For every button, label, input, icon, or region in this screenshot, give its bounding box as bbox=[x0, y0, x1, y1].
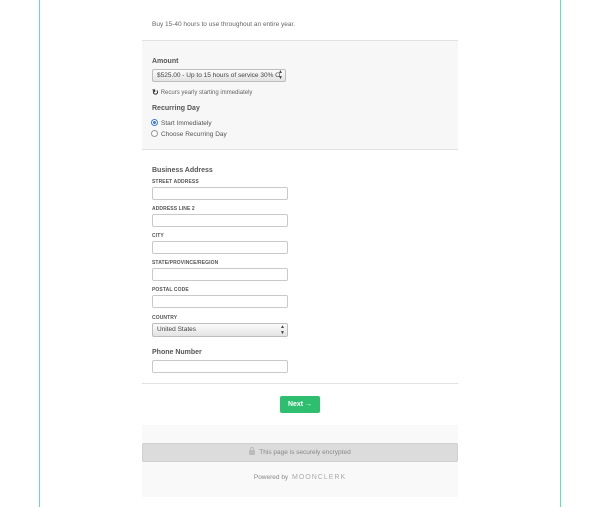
amount-select-value: $525.00 - Up to 15 hours of service 30% … bbox=[157, 72, 281, 79]
phone-label: Phone Number bbox=[152, 349, 202, 356]
country-select[interactable]: United States ▲ ▼ bbox=[152, 323, 288, 337]
radio-selected-icon bbox=[151, 119, 158, 126]
recurs-note: ↻ Recurs yearly starting immediately bbox=[152, 88, 252, 97]
secure-encryption-notice: This page is securely encrypted bbox=[142, 443, 458, 462]
street-address-input[interactable] bbox=[152, 187, 288, 200]
country-label: COUNTRY bbox=[152, 315, 178, 321]
amount-label: Amount bbox=[152, 58, 179, 65]
radio-choose-recurring-day[interactable]: Choose Recurring Day bbox=[151, 130, 227, 138]
recurs-text: Recurs yearly starting immediately bbox=[160, 90, 253, 96]
select-arrows-icon: ▲ ▼ bbox=[278, 69, 283, 81]
frame-border-right bbox=[560, 0, 561, 507]
select-arrows-icon: ▲ ▼ bbox=[280, 324, 285, 336]
city-input[interactable] bbox=[152, 241, 288, 254]
state-label: STATE/PROVINCE/REGION bbox=[152, 260, 219, 266]
radio-label: Choose Recurring Day bbox=[161, 131, 227, 138]
phone-input[interactable] bbox=[152, 360, 288, 373]
postal-code-label: POSTAL CODE bbox=[152, 287, 189, 293]
intro-text: Buy 15-40 hours to use throughout an ent… bbox=[152, 21, 296, 28]
powered-by: Powered by MOONCLERK bbox=[142, 474, 458, 481]
encrypted-text: This page is securely encrypted bbox=[259, 449, 351, 456]
business-address-heading: Business Address bbox=[152, 167, 213, 174]
street-address-label: STREET ADDRESS bbox=[152, 179, 199, 185]
radio-unselected-icon bbox=[151, 130, 158, 137]
recurring-day-label: Recurring Day bbox=[152, 105, 200, 112]
divider bbox=[142, 149, 458, 150]
radio-label: Start Immediately bbox=[161, 120, 212, 127]
moonclerk-logo[interactable]: MOONCLERK bbox=[292, 474, 346, 481]
postal-code-input[interactable] bbox=[152, 295, 288, 308]
amount-select[interactable]: $525.00 - Up to 15 hours of service 30% … bbox=[152, 69, 286, 82]
divider bbox=[142, 383, 458, 384]
frame-border-left bbox=[39, 0, 40, 507]
address-line2-input[interactable] bbox=[152, 214, 288, 227]
country-select-value: United States bbox=[157, 326, 197, 333]
lock-icon bbox=[249, 447, 256, 455]
powered-by-text: Powered by bbox=[253, 474, 289, 481]
payment-form: Buy 15-40 hours to use throughout an ent… bbox=[142, 0, 458, 507]
next-button[interactable]: Next → bbox=[280, 396, 320, 413]
address-line2-label: ADDRESS LINE 2 bbox=[152, 206, 195, 212]
radio-start-immediately[interactable]: Start Immediately bbox=[151, 119, 212, 127]
refresh-icon: ↻ bbox=[152, 88, 159, 97]
state-input[interactable] bbox=[152, 268, 288, 281]
city-label: CITY bbox=[152, 233, 164, 239]
